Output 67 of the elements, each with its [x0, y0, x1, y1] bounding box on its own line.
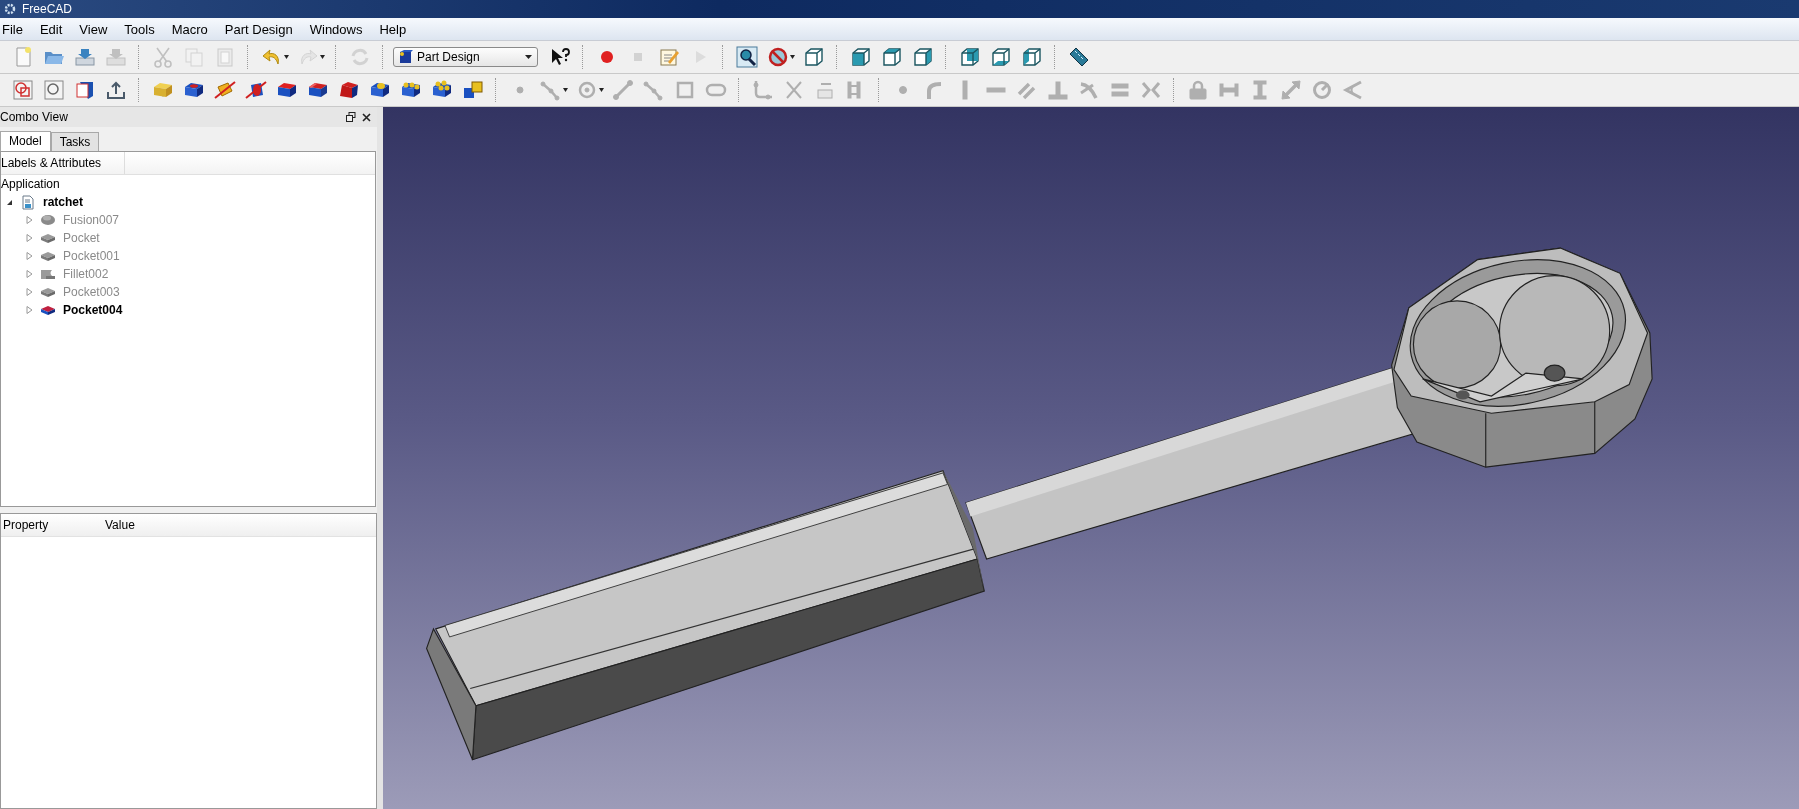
magnifier-icon[interactable] [735, 46, 758, 68]
tab[interactable]: Tasks [50, 132, 100, 151]
panel-title: Combo View [0, 110, 68, 124]
float-window-icon[interactable] [346, 112, 356, 122]
menu-item[interactable]: Part Design [222, 21, 301, 37]
menu-item[interactable]: Edit [37, 21, 71, 37]
sketch-icon[interactable] [42, 79, 65, 101]
tree-item[interactable]: Pocket001 [63, 249, 120, 263]
column-header[interactable]: Property [1, 518, 103, 532]
upload-icon[interactable] [104, 79, 127, 101]
expand-icon[interactable] [26, 270, 33, 278]
caret-icon [525, 55, 532, 59]
cube-icon[interactable] [911, 46, 934, 68]
expand-icon[interactable] [26, 216, 33, 224]
tree-item[interactable]: Fusion007 [63, 213, 120, 227]
draft-icon[interactable] [337, 79, 360, 101]
sketch-icon[interactable] [73, 79, 96, 101]
caret-icon[interactable] [563, 88, 568, 92]
caret-icon[interactable] [599, 88, 604, 92]
menu-item[interactable]: View [77, 21, 116, 37]
pocket-feature-icon [40, 231, 56, 245]
expand-icon[interactable] [26, 252, 33, 260]
pocket-feature-icon [40, 285, 56, 299]
collapse-icon[interactable] [6, 198, 13, 206]
expand-icon[interactable] [26, 234, 33, 242]
tree-item[interactable]: Pocket004 [63, 303, 123, 317]
expand-icon[interactable] [26, 288, 33, 296]
column-header[interactable]: Value [103, 518, 205, 532]
menu-item[interactable]: Windows [307, 21, 371, 37]
cube-icon[interactable] [958, 46, 981, 68]
pocket-feature-icon [40, 303, 56, 317]
tree-item[interactable]: Pocket003 [63, 285, 120, 299]
groove-icon[interactable] [244, 79, 267, 101]
menu-item[interactable]: Tools [122, 21, 163, 37]
menu-item[interactable]: Help [377, 21, 415, 37]
tab[interactable]: Model [0, 131, 51, 152]
tree-item[interactable]: Fillet002 [63, 267, 109, 281]
cube-icon[interactable] [1020, 46, 1043, 68]
tree-item[interactable]: Pocket [63, 231, 100, 245]
notepad-pencil-icon[interactable] [657, 46, 680, 68]
caret-icon[interactable] [284, 55, 289, 59]
fillet-feature-icon [40, 267, 56, 281]
no-symbol-icon[interactable] [766, 46, 789, 68]
workbench-dropdown[interactable]: Part Design [393, 47, 538, 67]
tree-item[interactable]: ratchet [43, 195, 83, 209]
expand-icon[interactable] [26, 306, 33, 314]
revolve-icon[interactable] [213, 79, 236, 101]
pattern-icon[interactable] [461, 79, 484, 101]
ruler-icon[interactable] [1067, 46, 1090, 68]
caret-icon[interactable] [790, 55, 795, 59]
cube-icon[interactable] [880, 46, 903, 68]
window-title: FreeCAD [22, 2, 72, 16]
save-icon[interactable] [73, 46, 96, 68]
caret-icon[interactable] [320, 55, 325, 59]
cube-icon[interactable] [989, 46, 1012, 68]
menu-item[interactable]: Macro [169, 21, 216, 37]
pocket-feature-icon [40, 249, 56, 263]
fusion-feature-icon [40, 213, 56, 227]
sketch-icon[interactable] [11, 79, 34, 101]
cube-icon[interactable] [802, 46, 825, 68]
menu-item[interactable]: File [0, 21, 31, 37]
workbench-icon [399, 50, 413, 64]
gear-icon [4, 3, 16, 15]
document-icon [22, 194, 34, 210]
tree-item[interactable]: Application [1, 177, 60, 191]
close-icon[interactable] [362, 112, 371, 122]
cube-icon[interactable] [849, 46, 872, 68]
